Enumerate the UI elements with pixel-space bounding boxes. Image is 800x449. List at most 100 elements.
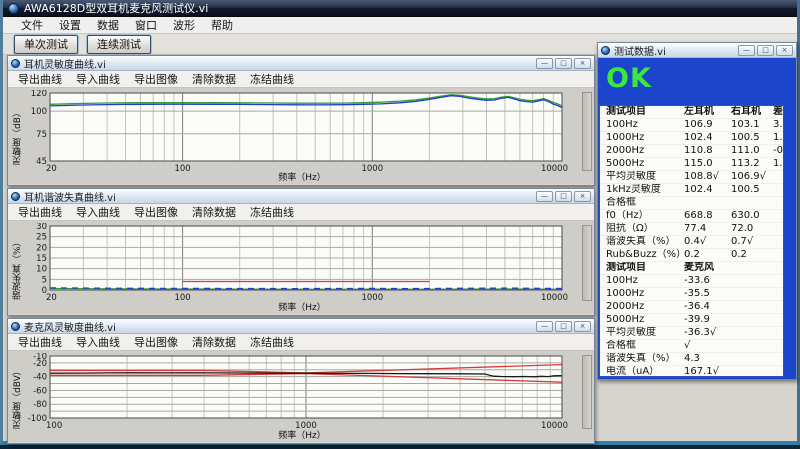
menu-item[interactable]: 波形 xyxy=(165,16,203,34)
svg-text:1000: 1000 xyxy=(361,293,383,303)
maximize-icon[interactable]: □ xyxy=(555,191,572,202)
table-cell: -36.4 xyxy=(684,301,731,313)
table-cell xyxy=(731,340,773,352)
panel-menu: 导出曲线导入曲线导出图像清除数据冻结曲线 xyxy=(8,204,594,221)
table-row: 测试项目麦克风 xyxy=(600,262,783,275)
chart-scrollbar[interactable] xyxy=(582,225,592,301)
table-cell: -39.9 xyxy=(684,314,731,326)
table-cell xyxy=(773,353,783,365)
menu-item[interactable]: 冻结曲线 xyxy=(243,70,301,88)
menu-item[interactable]: 冻结曲线 xyxy=(243,333,301,351)
menu-item[interactable]: 导出曲线 xyxy=(11,203,69,221)
table-row: 合格框√ xyxy=(600,340,783,353)
panel-menu: 导出曲线导入曲线导出图像清除数据冻结曲线 xyxy=(8,334,594,351)
continuous-test-button[interactable]: 连续测试 xyxy=(87,35,151,54)
table-cell: -33.6 xyxy=(684,275,731,287)
headphone-distortion-chart: 30252015105020100100010000 xyxy=(24,223,572,303)
table-cell: 108.8√ xyxy=(684,171,731,183)
table-cell: 3.8 xyxy=(773,119,783,131)
table-row: 5000Hz-39.9 xyxy=(600,314,783,327)
minimize-icon[interactable]: — xyxy=(536,58,553,69)
vi-icon xyxy=(11,192,20,201)
table-cell: 1000Hz xyxy=(606,132,684,144)
menu-item[interactable]: 设置 xyxy=(51,16,89,34)
close-icon[interactable]: × xyxy=(574,58,591,69)
table-cell: 102.4 xyxy=(684,184,731,196)
svg-text:-60: -60 xyxy=(33,386,47,396)
table-cell: 2000Hz xyxy=(606,145,684,157)
table-row: Rub&Buzz（%）0.20.2 xyxy=(600,249,783,262)
table-cell: 0.2 xyxy=(684,249,731,261)
panel-headphone-sensitivity-titlebar[interactable]: 耳机灵敏度曲线.vi — □ × xyxy=(8,56,594,71)
table-cell: 103.1 xyxy=(731,119,773,131)
table-cell: 1kHz灵敏度 xyxy=(606,184,684,196)
svg-text:-40: -40 xyxy=(33,373,47,383)
maximize-icon[interactable]: □ xyxy=(757,45,774,56)
table-cell xyxy=(731,366,773,377)
menu-item[interactable]: 导出曲线 xyxy=(11,70,69,88)
menu-item[interactable]: 导入曲线 xyxy=(69,333,127,351)
menu-item[interactable]: 数据 xyxy=(89,16,127,34)
table-cell: 668.8 xyxy=(684,210,731,222)
close-icon[interactable]: × xyxy=(574,321,591,332)
table-cell xyxy=(773,288,783,300)
close-icon[interactable]: × xyxy=(776,45,793,56)
chart-scrollbar[interactable] xyxy=(582,355,592,429)
menu-item[interactable]: 文件 xyxy=(13,16,51,34)
menu-item[interactable]: 帮助 xyxy=(203,16,241,34)
panel-test-data-titlebar[interactable]: 测试数据.vi — □ × xyxy=(598,43,796,58)
panel-headphone-distortion-titlebar[interactable]: 耳机谐波失真曲线.vi — □ × xyxy=(8,189,594,204)
status-badge: OK xyxy=(598,58,796,104)
vi-icon xyxy=(601,46,610,55)
menu-item[interactable]: 导出图像 xyxy=(127,203,185,221)
minimize-icon[interactable]: — xyxy=(536,191,553,202)
minimize-icon[interactable]: — xyxy=(738,45,755,56)
svg-text:120: 120 xyxy=(31,90,47,99)
menu-item[interactable]: 导出曲线 xyxy=(11,333,69,351)
menu-item[interactable]: 导入曲线 xyxy=(69,203,127,221)
table-cell xyxy=(773,197,783,209)
panel-title: 麦克风灵敏度曲线.vi xyxy=(24,319,116,334)
svg-text:20: 20 xyxy=(46,293,57,303)
chart-scrollbar[interactable] xyxy=(582,92,592,171)
headphone-sensitivity-chart: 120100754520100100010000 xyxy=(24,90,572,173)
panel-mic-sensitivity-titlebar[interactable]: 麦克风灵敏度曲线.vi — □ × xyxy=(8,319,594,334)
panel-title: 耳机灵敏度曲线.vi xyxy=(24,56,106,71)
single-test-button[interactable]: 单次测试 xyxy=(14,35,78,54)
table-row: 电流（uA）167.1√ xyxy=(600,366,783,377)
minimize-icon[interactable]: — xyxy=(536,321,553,332)
menu-item[interactable]: 清除数据 xyxy=(185,333,243,351)
table-cell xyxy=(731,288,773,300)
menu-item[interactable]: 清除数据 xyxy=(185,203,243,221)
main-titlebar[interactable]: AWA6128D型双耳机麦克风测试仪.vi xyxy=(3,0,797,17)
svg-text:10: 10 xyxy=(36,265,47,275)
panel-headphone-distortion: 耳机谐波失真曲线.vi — □ × 导出曲线导入曲线导出图像清除数据冻结曲线 谐… xyxy=(7,188,595,316)
mic-sensitivity-chart: -10-20-40-60-80-100100100010000 xyxy=(24,353,572,431)
table-row: 平均灵敏度108.8√106.9√ xyxy=(600,171,783,184)
main-menubar: 文件设置数据窗口波形帮助 xyxy=(3,17,797,34)
svg-text:5: 5 xyxy=(42,275,47,285)
menu-item[interactable]: 导出图像 xyxy=(127,333,185,351)
table-cell xyxy=(773,262,783,274)
table-cell: 106.9 xyxy=(684,119,731,131)
menu-item[interactable]: 导入曲线 xyxy=(69,70,127,88)
menu-item[interactable]: 冻结曲线 xyxy=(243,203,301,221)
maximize-icon[interactable]: □ xyxy=(555,58,572,69)
table-cell: 左耳机 xyxy=(684,106,731,118)
menu-item[interactable]: 清除数据 xyxy=(185,70,243,88)
close-icon[interactable]: × xyxy=(574,191,591,202)
maximize-icon[interactable]: □ xyxy=(555,321,572,332)
svg-text:10000: 10000 xyxy=(541,293,568,303)
table-row: 阻抗（Ω）77.472.0 xyxy=(600,223,783,236)
table-cell: 100.5 xyxy=(731,132,773,144)
y-axis-label: 谐波失真（%） xyxy=(11,223,24,314)
menu-item[interactable]: 窗口 xyxy=(127,16,165,34)
table-cell: -35.5 xyxy=(684,288,731,300)
table-cell: 77.4 xyxy=(684,223,731,235)
menu-item[interactable]: 导出图像 xyxy=(127,70,185,88)
table-cell: 167.1√ xyxy=(684,366,731,377)
table-cell: 1000Hz xyxy=(606,288,684,300)
table-cell: -0.2 xyxy=(773,145,783,157)
table-cell: 差值 xyxy=(773,106,783,118)
table-cell xyxy=(773,275,783,287)
